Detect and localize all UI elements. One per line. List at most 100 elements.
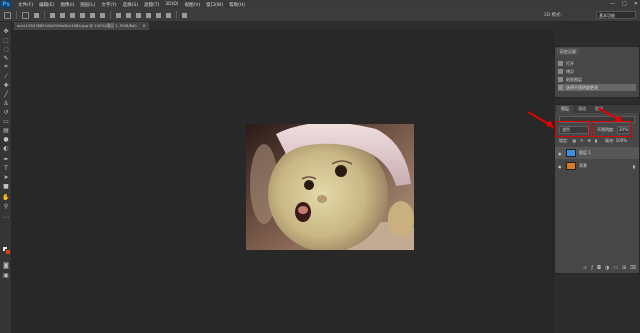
menu-filter[interactable]: 滤镜(T): [144, 2, 159, 8]
document-tab-strip: sccx1550788510b2958a5b1458b.jpg @ 100%(图…: [12, 22, 554, 30]
marquee-tool-icon[interactable]: ⬚: [2, 37, 10, 44]
workspace-select[interactable]: 基本功能: [596, 11, 636, 19]
shape-tool-icon[interactable]: ■: [2, 183, 10, 190]
brush-tool-icon[interactable]: ╱: [2, 91, 10, 98]
history-item-selected[interactable]: 选择不透明度更改: [558, 84, 636, 91]
minimize-button[interactable]: —: [610, 1, 615, 7]
history-panel: 历史记录 打开 拷贝 粘贴图层 选择不透明度更改: [554, 46, 640, 98]
menu-window[interactable]: 窗口(W): [206, 2, 223, 8]
separator: [176, 11, 177, 19]
canvas-image[interactable]: [246, 124, 414, 250]
history-brush-tool-icon[interactable]: ↺: [2, 109, 10, 116]
fx-icon[interactable]: ƒ: [591, 265, 593, 273]
separator: [16, 11, 17, 19]
menu-3d[interactable]: 3D(D): [165, 2, 178, 7]
link-icon[interactable]: ∞: [583, 265, 587, 273]
layers-footer: ∞ ƒ ◘ ◑ ▭ ⊞ ⌧: [555, 265, 639, 273]
distribute-left-icon[interactable]: [146, 12, 151, 18]
healing-brush-tool-icon[interactable]: ✚: [2, 82, 10, 89]
layer-name: 背景: [579, 163, 587, 168]
type-tool-icon[interactable]: T: [2, 165, 10, 172]
menu-select[interactable]: 选择(S): [123, 2, 138, 8]
mask-icon[interactable]: ◘: [597, 265, 601, 273]
adjustment-icon[interactable]: ◑: [605, 265, 609, 273]
menu-type[interactable]: 文字(Y): [101, 2, 116, 8]
menu-view[interactable]: 视图(V): [185, 2, 201, 8]
menu-help[interactable]: 帮助(H): [229, 2, 245, 8]
crop-tool-icon[interactable]: ⌗: [2, 63, 10, 70]
history-item[interactable]: 打开: [558, 60, 636, 67]
distribute-top-icon[interactable]: [116, 12, 121, 18]
menu-edit[interactable]: 编辑(E): [39, 2, 54, 8]
background-color-swatch[interactable]: [5, 249, 11, 255]
history-item-label: 打开: [566, 60, 574, 66]
tools-panel: ✥ ⬚ ◌ ✎ ⌗ ⁄ ✚ ╱ ♙ ↺ ▭ ▤ ● ◐ ✒ T ➤ ■ ✋ ⚲ …: [0, 22, 12, 333]
auto-align-icon[interactable]: [182, 12, 187, 18]
group-icon[interactable]: ▭: [613, 265, 618, 273]
more-tools-icon[interactable]: ⋯: [2, 214, 10, 221]
distribute-right-icon[interactable]: [166, 12, 171, 18]
window-controls: — □ ✕: [610, 1, 638, 7]
eraser-tool-icon[interactable]: ▭: [2, 118, 10, 125]
align-top-icon[interactable]: [50, 12, 55, 18]
show-transform-icon[interactable]: [34, 12, 39, 18]
menu-bar: Ps 文件(F) 编辑(E) 图像(I) 图层(L) 文字(Y) 选择(S) 滤…: [0, 0, 640, 9]
tool-preset-icon[interactable]: [4, 11, 11, 19]
dodge-tool-icon[interactable]: ◐: [2, 145, 10, 152]
align-middle-icon[interactable]: [60, 12, 65, 18]
annotation-arrows: [527, 107, 623, 128]
hand-tool-icon[interactable]: ✋: [2, 194, 10, 201]
history-item-label: 粘贴图层: [566, 76, 582, 82]
layer-thumbnail: [566, 149, 576, 157]
eyedropper-tool-icon[interactable]: ⁄: [2, 73, 10, 80]
baby-photo: [246, 124, 414, 250]
history-item[interactable]: 粘贴图层: [558, 76, 636, 83]
separator: [110, 11, 111, 19]
history-tab[interactable]: 历史记录: [557, 48, 579, 55]
history-item[interactable]: 拷贝: [558, 68, 636, 75]
close-tab-icon[interactable]: ×: [142, 22, 145, 30]
layer-row[interactable]: ◉ 背景 ▮: [555, 160, 639, 172]
align-right-icon[interactable]: [100, 12, 105, 18]
distribute-middle-icon[interactable]: [126, 12, 131, 18]
align-bottom-icon[interactable]: [70, 12, 75, 18]
3d-mode-label: 3D 模式:: [543, 13, 562, 18]
visibility-eye-icon[interactable]: ◉: [558, 164, 563, 169]
align-center-icon[interactable]: [90, 12, 95, 18]
layer-thumbnail: [566, 162, 576, 170]
move-tool-icon[interactable]: ✥: [2, 28, 10, 35]
zoom-tool-icon[interactable]: ⚲: [2, 203, 10, 210]
auto-select-checkbox[interactable]: [22, 11, 29, 19]
history-item-label: 拷贝: [566, 68, 574, 74]
menu-file[interactable]: 文件(F): [18, 2, 33, 8]
history-item-label: 选择不透明度更改: [566, 84, 598, 90]
layer-row[interactable]: ◉ 图层 1: [555, 147, 639, 159]
maximize-button[interactable]: □: [622, 1, 627, 7]
menu-layer[interactable]: 图层(L): [80, 2, 95, 8]
distribute-center-icon[interactable]: [156, 12, 161, 18]
quick-select-tool-icon[interactable]: ✎: [2, 55, 10, 62]
close-button[interactable]: ✕: [634, 1, 638, 7]
history-step-icon: [558, 61, 563, 66]
quick-mask-icon[interactable]: ◙: [2, 262, 10, 269]
path-selection-tool-icon[interactable]: ➤: [2, 174, 10, 181]
blur-tool-icon[interactable]: ●: [2, 136, 10, 143]
history-step-icon: [558, 77, 563, 82]
lock-icon: ▮: [632, 163, 635, 169]
visibility-eye-icon[interactable]: ◉: [558, 151, 563, 156]
menu-image[interactable]: 图像(I): [60, 2, 74, 8]
layer-name: 图层 1: [579, 150, 591, 155]
trash-icon[interactable]: ⌧: [630, 265, 636, 273]
screen-mode-icon[interactable]: ▣: [2, 272, 10, 279]
pen-tool-icon[interactable]: ✒: [2, 156, 10, 163]
new-layer-icon[interactable]: ⊞: [622, 265, 626, 273]
photoshop-logo: Ps: [0, 0, 12, 9]
arrow-line-right: [597, 107, 621, 121]
distribute-bottom-icon[interactable]: [136, 12, 141, 18]
clone-stamp-tool-icon[interactable]: ♙: [2, 100, 10, 107]
lasso-tool-icon[interactable]: ◌: [2, 46, 10, 53]
history-step-icon: [558, 69, 563, 74]
gradient-tool-icon[interactable]: ▤: [2, 127, 10, 134]
align-left-icon[interactable]: [80, 12, 85, 18]
document-tab[interactable]: sccx1550788510b2958a5b1458b.jpg @ 100%(图…: [14, 22, 149, 30]
